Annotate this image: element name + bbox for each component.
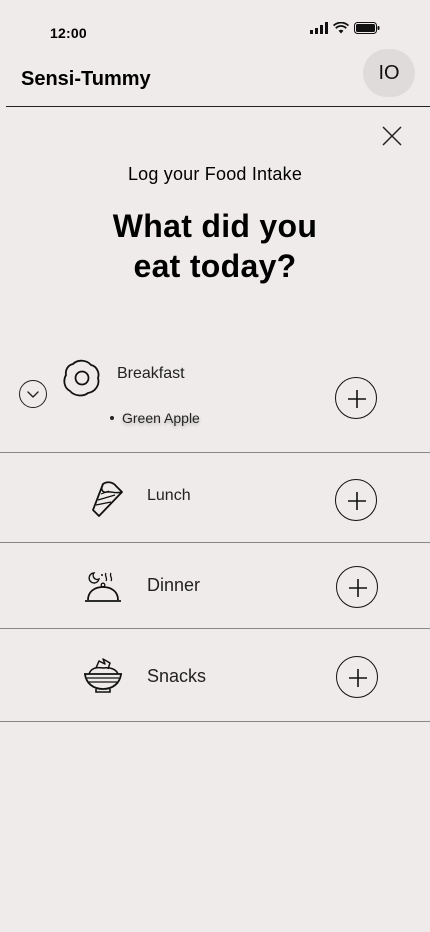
app-header: Sensi-Tummy IO — [0, 49, 430, 108]
add-breakfast-button[interactable] — [335, 377, 377, 419]
wifi-icon — [333, 22, 349, 34]
meal-label-dinner: Dinner — [147, 575, 201, 595]
meal-divider — [0, 452, 430, 453]
add-dinner-button[interactable] — [336, 566, 378, 608]
cloche-icon — [85, 572, 121, 602]
meal-item[interactable]: Green Apple — [110, 410, 200, 426]
meal-label-lunch: Lunch — [147, 487, 191, 504]
breakfast-collapse-button[interactable] — [19, 380, 47, 408]
add-lunch-button[interactable] — [335, 479, 377, 521]
plus-icon — [349, 669, 367, 687]
meal-item-label: Green Apple — [122, 410, 200, 426]
meal-divider — [0, 628, 430, 629]
close-button[interactable] — [380, 124, 404, 148]
chevron-down-icon — [27, 391, 39, 398]
bullet-icon — [110, 416, 114, 420]
meal-label-snacks: Snacks — [147, 666, 207, 686]
sandwich-icon — [92, 481, 123, 517]
status-icons — [310, 22, 380, 34]
battery-icon — [354, 22, 380, 34]
add-snacks-button[interactable] — [336, 656, 378, 698]
app-title: Sensi-Tummy — [21, 68, 151, 90]
page-subtitle: Log your Food Intake — [127, 164, 303, 184]
avatar[interactable]: IO — [363, 49, 415, 97]
page-title: What did you eat today? — [112, 208, 318, 284]
fried-egg-icon — [63, 359, 100, 397]
bowl-icon — [84, 658, 122, 693]
meal-divider — [0, 542, 430, 543]
plus-icon — [348, 390, 366, 408]
avatar-initials: IO — [378, 61, 400, 84]
meal-label-breakfast: Breakfast — [117, 365, 185, 382]
header-divider — [6, 106, 430, 107]
cellular-signal-icon — [310, 22, 328, 34]
status-bar: 12:00 — [0, 0, 430, 50]
plus-icon — [348, 492, 366, 510]
meal-divider — [0, 721, 430, 722]
close-icon — [382, 126, 402, 146]
plus-icon — [349, 579, 367, 597]
status-time: 12:00 — [50, 25, 87, 41]
